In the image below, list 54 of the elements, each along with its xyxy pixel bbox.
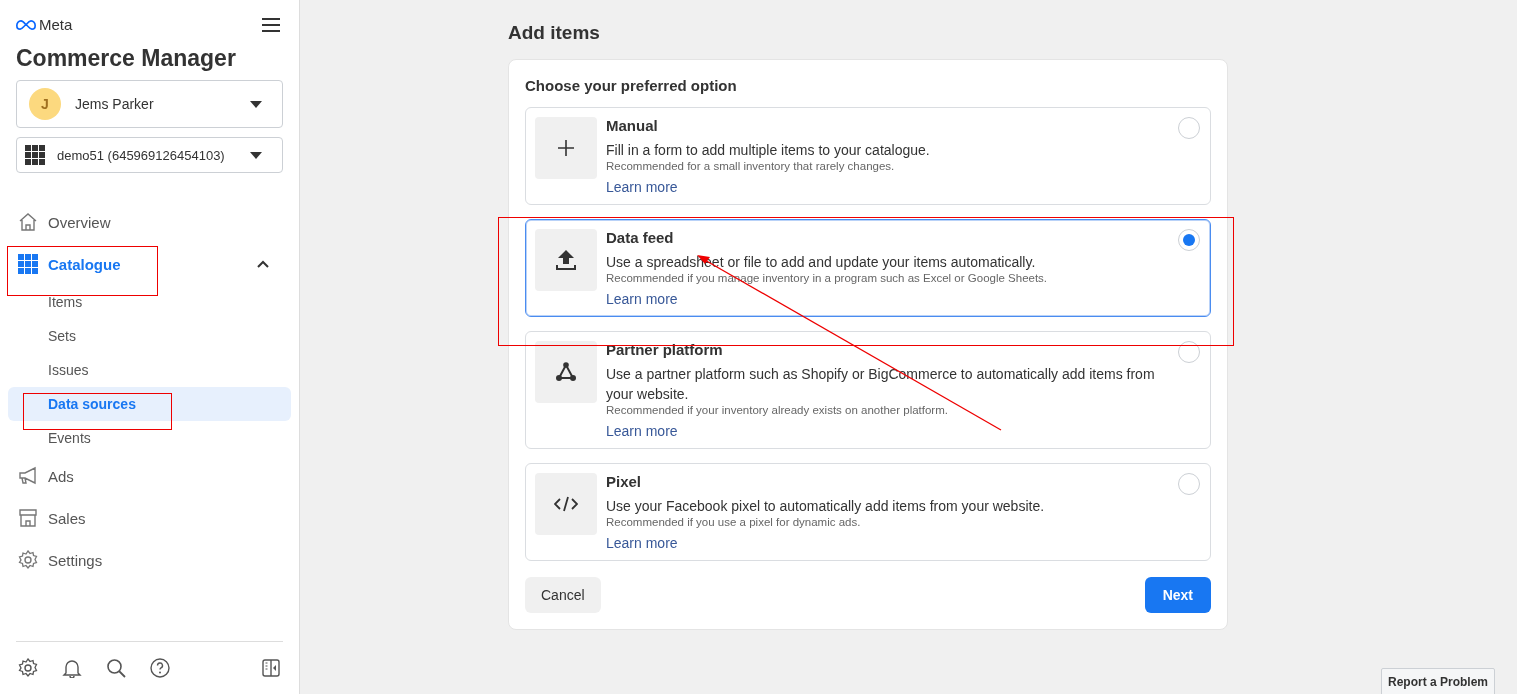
home-icon bbox=[18, 212, 38, 232]
megaphone-icon bbox=[18, 466, 38, 486]
nav-item[interactable]: Catalogue bbox=[8, 243, 291, 285]
option-note: Recommended for a small inventory that rarely changes. bbox=[606, 160, 896, 172]
help-icon[interactable] bbox=[150, 658, 170, 678]
grid-icon bbox=[18, 254, 38, 274]
account-selector[interactable]: J Jems Parker bbox=[16, 80, 283, 128]
store-icon bbox=[18, 508, 38, 528]
plus-icon bbox=[558, 140, 574, 156]
grid-icon bbox=[25, 145, 45, 165]
report-problem-button[interactable]: Report a Problem bbox=[1380, 668, 1495, 694]
connected-nodes-icon bbox=[555, 362, 577, 382]
settings-icon bbox=[18, 550, 38, 570]
catalogue-selector[interactable]: demo51 (645969126454103) bbox=[16, 137, 283, 173]
search-icon[interactable] bbox=[106, 658, 126, 678]
option-description: Fill in a form to add multiple items to your catalogue. bbox=[606, 141, 931, 160]
nav-subitem[interactable]: Events bbox=[8, 421, 291, 455]
upload-icon bbox=[556, 249, 576, 271]
caret-icon bbox=[250, 151, 262, 159]
option-description: Use your Facebook pixel to automatically add items from your website. bbox=[606, 497, 1046, 516]
brand-name: Meta bbox=[39, 16, 73, 33]
option-note: Recommended if your inventory already exists on another platform. bbox=[606, 404, 949, 416]
nav-subitem[interactable]: Data sources bbox=[8, 387, 291, 421]
app-title: Commerce Manager bbox=[15, 44, 237, 73]
avatar-initial: J bbox=[29, 88, 61, 120]
panel-toggle-icon[interactable] bbox=[261, 658, 281, 678]
settings-icon[interactable] bbox=[18, 658, 38, 678]
learn-more-link[interactable]: Learn more bbox=[606, 179, 678, 195]
code-icon bbox=[554, 496, 578, 512]
cancel-button[interactable]: Cancel bbox=[525, 577, 601, 613]
option-title: Manual bbox=[606, 117, 659, 134]
learn-more-link[interactable]: Learn more bbox=[606, 291, 678, 307]
bell-icon[interactable] bbox=[62, 658, 82, 678]
page-title: Add items bbox=[508, 22, 601, 44]
option-title: Data feed bbox=[606, 229, 675, 246]
next-button[interactable]: Next bbox=[1144, 577, 1211, 613]
nav-item[interactable]: Overview bbox=[8, 201, 291, 243]
card-heading: Choose your preferred option bbox=[525, 77, 738, 94]
learn-more-link[interactable]: Learn more bbox=[606, 535, 678, 551]
nav-subitem[interactable]: Sets bbox=[8, 319, 291, 353]
option-note: Recommended if you use a pixel for dynamic ads. bbox=[606, 516, 862, 528]
learn-more-link[interactable]: Learn more bbox=[606, 423, 678, 439]
option-title: Pixel bbox=[606, 473, 643, 490]
caret-icon bbox=[250, 100, 262, 108]
nav-subitem[interactable]: Issues bbox=[8, 353, 291, 387]
option-title: Partner platform bbox=[606, 341, 724, 358]
nav-item[interactable]: Sales bbox=[8, 497, 291, 539]
option-card[interactable]: Pixel Use your Facebook pixel to automatically add items from your website. Recommended if you use a pixel for dynamic ads. Learn more bbox=[525, 463, 1211, 561]
menu-icon[interactable] bbox=[261, 16, 281, 33]
option-card[interactable]: Manual Fill in a form to add multiple items to your catalogue. Recommended for a small inventory that rarely changes. Learn more bbox=[525, 107, 1211, 205]
nav-item[interactable]: Settings bbox=[8, 539, 291, 581]
nav-subitem[interactable]: Items bbox=[8, 285, 291, 319]
infinity-logo-icon bbox=[16, 19, 36, 30]
nav-item[interactable]: Ads bbox=[8, 455, 291, 497]
